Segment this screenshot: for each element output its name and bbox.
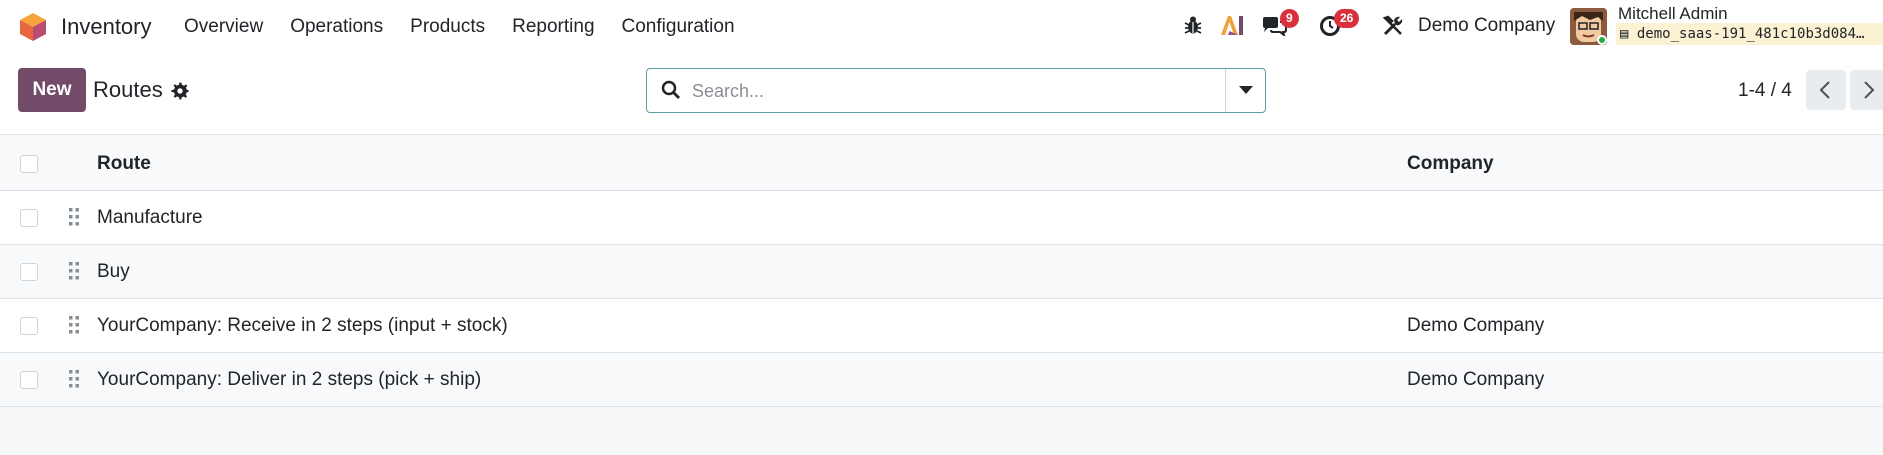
column-header-route[interactable]: Route: [97, 153, 151, 175]
table-row[interactable]: YourCompany: Receive in 2 steps (input +…: [0, 299, 1883, 353]
search-input[interactable]: Search...: [692, 81, 764, 102]
breadcrumb: Routes: [93, 77, 163, 102]
top-menu: Overview Operations Products Reporting C…: [184, 16, 762, 38]
table-row[interactable]: Buy: [0, 245, 1883, 299]
search-icon: [661, 80, 680, 99]
table-header: Route Company ⋮: [0, 136, 1883, 191]
row-checkbox[interactable]: [20, 263, 38, 281]
column-header-company[interactable]: Company: [1407, 153, 1494, 175]
row-checkbox[interactable]: [20, 209, 38, 227]
route-company: Demo Company: [1407, 315, 1545, 336]
activities-count-badge: 26: [1334, 9, 1360, 28]
select-all-checkbox[interactable]: [20, 155, 38, 173]
route-name: Buy: [97, 261, 130, 282]
database-icon: ▤: [1620, 26, 1629, 42]
database-name: demo_saas-191_481c10b3d084…: [1636, 26, 1865, 42]
drag-handle-icon[interactable]: [69, 369, 79, 389]
route-name: Manufacture: [97, 207, 203, 228]
row-checkbox[interactable]: [20, 317, 38, 335]
menu-operations[interactable]: Operations: [290, 16, 383, 38]
pager-previous-button[interactable]: [1806, 70, 1846, 110]
routes-list: Route Company ⋮ Manufacture Buy YourComp…: [0, 136, 1883, 407]
chevron-left-icon: [1819, 81, 1830, 99]
menu-configuration[interactable]: Configuration: [622, 16, 735, 38]
search-bar: Search...: [646, 68, 1266, 113]
optional-columns-icon[interactable]: ⋮: [1877, 153, 1883, 176]
drag-handle-icon[interactable]: [69, 315, 79, 335]
table-row[interactable]: YourCompany: Deliver in 2 steps (pick + …: [0, 353, 1883, 407]
drag-handle-icon[interactable]: [69, 207, 79, 227]
inventory-app-icon[interactable]: [19, 12, 47, 42]
table-row[interactable]: Manufacture: [0, 191, 1883, 245]
route-name: YourCompany: Deliver in 2 steps (pick + …: [97, 369, 482, 390]
menu-overview[interactable]: Overview: [184, 16, 263, 38]
chevron-right-icon: [1864, 81, 1875, 99]
messages-count-badge: 9: [1280, 9, 1299, 28]
tools-icon[interactable]: [1382, 15, 1404, 37]
pager-value[interactable]: 1-4 / 4: [1738, 80, 1792, 102]
row-checkbox[interactable]: [20, 371, 38, 389]
app-name[interactable]: Inventory: [61, 14, 152, 40]
route-company: Demo Company: [1407, 369, 1545, 390]
search-options-toggle-icon[interactable]: [1239, 86, 1253, 94]
database-chip: ▤ demo_saas-191_481c10b3d084…: [1616, 23, 1883, 45]
user-name[interactable]: Mitchell Admin: [1618, 4, 1728, 24]
online-status-icon: [1597, 35, 1607, 45]
new-button[interactable]: New: [18, 68, 86, 112]
debug-bug-icon[interactable]: [1184, 15, 1202, 35]
route-name: YourCompany: Receive in 2 steps (input +…: [97, 315, 508, 336]
user-avatar[interactable]: [1570, 8, 1607, 45]
control-panel: New Routes Search... 1-4 / 4: [0, 53, 1883, 135]
pager-next-button[interactable]: [1850, 70, 1883, 110]
menu-products[interactable]: Products: [410, 16, 485, 38]
ai-icon[interactable]: [1219, 14, 1245, 36]
gear-icon[interactable]: [171, 82, 189, 100]
menu-reporting[interactable]: Reporting: [512, 16, 594, 38]
drag-handle-icon[interactable]: [69, 261, 79, 281]
main-navbar: Inventory Overview Operations Products R…: [0, 0, 1883, 53]
search-divider: [1225, 69, 1226, 112]
company-switcher[interactable]: Demo Company: [1418, 15, 1555, 37]
